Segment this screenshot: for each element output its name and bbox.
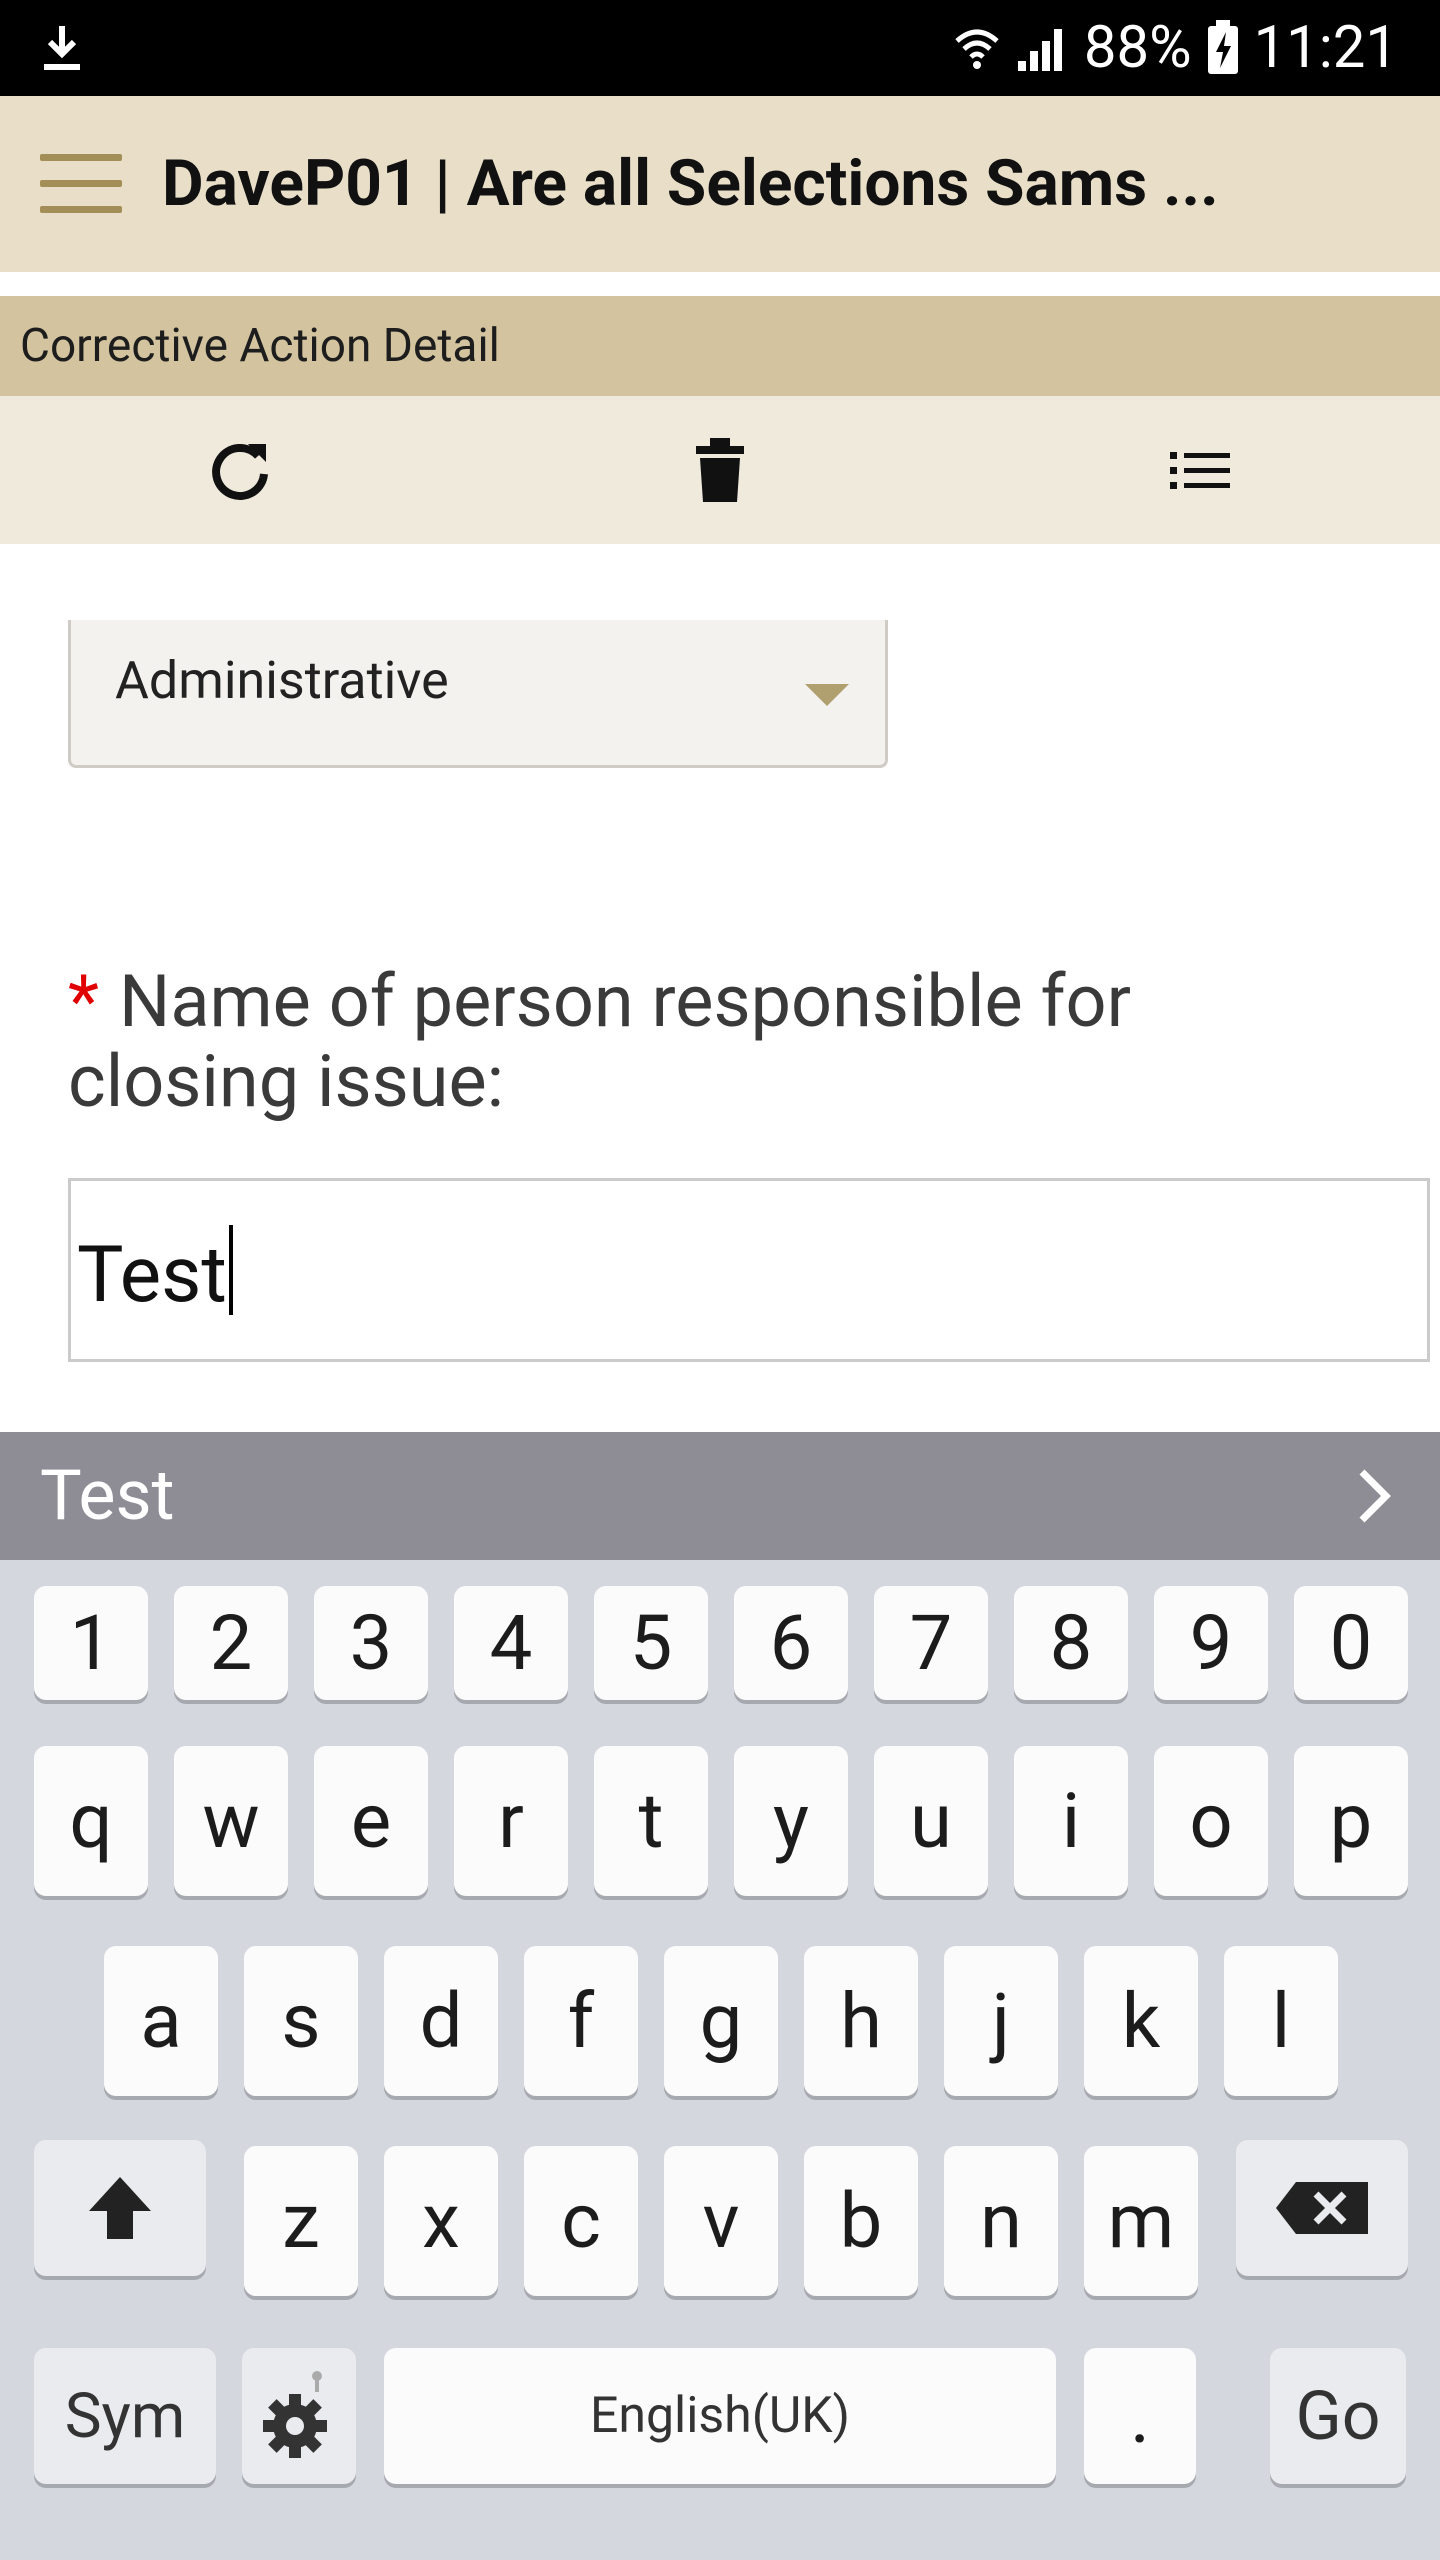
space-key[interactable]: English(UK) xyxy=(384,2348,1056,2484)
key-p[interactable]: p xyxy=(1294,1746,1408,1896)
key-4[interactable]: 4 xyxy=(454,1586,568,1700)
shift-key[interactable] xyxy=(34,2140,206,2276)
clock: 11:21 xyxy=(1253,14,1398,82)
responsible-person-label: * Name of person responsible for closing … xyxy=(68,962,1368,1122)
responsible-person-input[interactable]: Test xyxy=(68,1178,1430,1362)
battery-icon xyxy=(1206,20,1240,76)
gear-icon xyxy=(263,2371,327,2458)
key-5[interactable]: 5 xyxy=(594,1586,708,1700)
key-0[interactable]: 0 xyxy=(1294,1586,1408,1700)
delete-button[interactable] xyxy=(684,434,756,506)
key-b[interactable]: b xyxy=(804,2146,918,2296)
key-i[interactable]: i xyxy=(1014,1746,1128,1896)
key-d[interactable]: d xyxy=(384,1946,498,2096)
key-3[interactable]: 3 xyxy=(314,1586,428,1700)
list-button[interactable] xyxy=(1164,434,1236,506)
key-r[interactable]: r xyxy=(454,1746,568,1896)
battery-percent: 88% xyxy=(1083,14,1192,82)
backspace-key[interactable] xyxy=(1236,2140,1408,2276)
key-m[interactable]: m xyxy=(1084,2146,1198,2296)
page-title: DaveP01 | Are all Selections Sams ... xyxy=(162,146,1219,221)
wifi-icon xyxy=(952,23,1002,73)
key-j[interactable]: j xyxy=(944,1946,1058,2096)
refresh-button[interactable] xyxy=(204,434,276,506)
refresh-icon xyxy=(212,443,268,500)
suggestion-word[interactable]: Test xyxy=(40,1432,175,1560)
required-marker: * xyxy=(68,959,100,1044)
key-c[interactable]: c xyxy=(524,2146,638,2296)
key-9[interactable]: 9 xyxy=(1154,1586,1268,1700)
key-8[interactable]: 8 xyxy=(1014,1586,1128,1700)
suggestion-bar: Test xyxy=(0,1432,1440,1560)
key-h[interactable]: h xyxy=(804,1946,918,2096)
go-key[interactable]: Go xyxy=(1270,2348,1406,2484)
section-title: Corrective Action Detail xyxy=(20,319,500,373)
key-w[interactable]: w xyxy=(174,1746,288,1896)
key-x[interactable]: x xyxy=(384,2146,498,2296)
key-f[interactable]: f xyxy=(524,1946,638,2096)
sym-key[interactable]: Sym xyxy=(34,2348,216,2484)
trash-icon xyxy=(696,438,744,502)
key-v[interactable]: v xyxy=(664,2146,778,2296)
key-6[interactable]: 6 xyxy=(734,1586,848,1700)
key-g[interactable]: g xyxy=(664,1946,778,2096)
period-key[interactable]: . xyxy=(1084,2348,1196,2484)
action-toolbar xyxy=(0,396,1440,544)
key-q[interactable]: q xyxy=(34,1746,148,1896)
field-label-text: Name of person responsible for closing i… xyxy=(68,959,1131,1124)
section-header: Corrective Action Detail xyxy=(0,296,1440,396)
key-n[interactable]: n xyxy=(944,2146,1058,2296)
key-s[interactable]: s xyxy=(244,1946,358,2096)
select-value: Administrative xyxy=(115,650,449,711)
app-header: DaveP01 | Are all Selections Sams ... xyxy=(0,96,1440,272)
hamburger-menu-icon[interactable] xyxy=(40,154,122,214)
key-e[interactable]: e xyxy=(314,1746,428,1896)
soft-keyboard: Sym English(UK) . Go 12345 6 7 8 9 0 q w… xyxy=(0,1560,1440,2560)
key-t[interactable]: t xyxy=(594,1746,708,1896)
shift-arrow-icon xyxy=(89,2177,151,2239)
chevron-right-icon[interactable] xyxy=(1342,1466,1402,1526)
key-y[interactable]: y xyxy=(734,1746,848,1896)
key-u[interactable]: u xyxy=(874,1746,988,1896)
key-o[interactable]: o xyxy=(1154,1746,1268,1896)
category-select[interactable]: Administrative xyxy=(68,620,888,768)
key-a[interactable]: a xyxy=(104,1946,218,2096)
text-caret xyxy=(228,1225,233,1315)
status-bar: 88% 11:21 xyxy=(0,0,1440,96)
dropdown-arrow-icon xyxy=(805,684,849,706)
key-7[interactable]: 7 xyxy=(874,1586,988,1700)
key-l[interactable]: l xyxy=(1224,1946,1338,2096)
signal-icon xyxy=(1016,23,1070,73)
key-z[interactable]: z xyxy=(244,2146,358,2296)
download-icon xyxy=(40,24,84,72)
settings-key[interactable] xyxy=(242,2348,356,2484)
key-1[interactable]: 1 xyxy=(34,1586,148,1700)
key-k[interactable]: k xyxy=(1084,1946,1198,2096)
input-value: Test xyxy=(77,1230,227,1321)
key-2[interactable]: 2 xyxy=(174,1586,288,1700)
list-icon xyxy=(1170,452,1230,489)
backspace-icon xyxy=(1276,2182,1368,2234)
